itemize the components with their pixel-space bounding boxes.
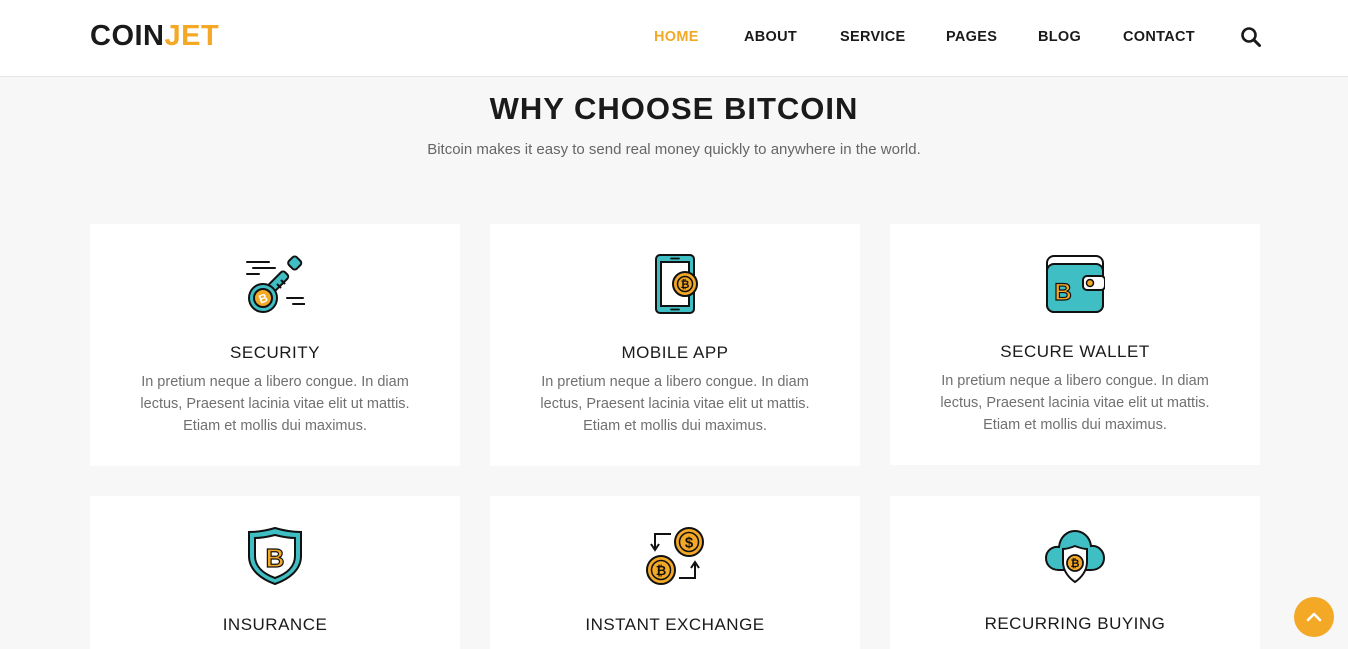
brand-logo[interactable]: COINJET bbox=[90, 19, 219, 53]
bitcoin-key-icon: B bbox=[246, 255, 305, 313]
site-header: COINJET HOME ABOUT SERVICE PAGES BLOG CO… bbox=[0, 0, 1348, 77]
feature-description: In pretium neque a libero congue. In dia… bbox=[940, 373, 1210, 433]
feature-title: INSTANT EXCHANGE bbox=[585, 615, 765, 634]
brand-logo-part2: JET bbox=[164, 20, 220, 52]
feature-card-mobile-app: ₿ MOBILE APP In pretium neque a libero c… bbox=[490, 224, 860, 466]
feature-card-insurance: B INSURANCE bbox=[90, 496, 460, 649]
svg-text:B: B bbox=[266, 543, 285, 573]
bitcoin-cloud-icon: ₿ bbox=[1045, 529, 1105, 584]
feature-title: SECURE WALLET bbox=[1000, 342, 1150, 361]
bitcoin-wallet-icon: B bbox=[1046, 255, 1105, 313]
svg-text:₿: ₿ bbox=[656, 563, 667, 578]
bitcoin-phone-icon: ₿ bbox=[655, 254, 698, 314]
feature-card-secure-wallet: B SECURE WALLET In pretium neque a liber… bbox=[890, 224, 1260, 465]
svg-text:₿: ₿ bbox=[1071, 558, 1080, 570]
search-icon[interactable] bbox=[1240, 26, 1262, 48]
section-title: WHY CHOOSE BITCOIN bbox=[489, 91, 859, 126]
feature-title: INSURANCE bbox=[222, 615, 328, 634]
feature-description: In pretium neque a libero congue. In dia… bbox=[140, 374, 410, 434]
section-subtitle: Bitcoin makes it easy to send real money… bbox=[427, 141, 921, 158]
scroll-to-top-button[interactable] bbox=[1294, 597, 1334, 637]
feature-card-recurring-buying: ₿ RECURRING BUYING bbox=[890, 496, 1260, 649]
feature-card-security: B SECURITY In pretium neque a libero con… bbox=[90, 224, 460, 466]
brand-logo-part1: COIN bbox=[90, 20, 165, 52]
nav-item-pages[interactable]: PAGES bbox=[946, 28, 997, 46]
nav-item-service[interactable]: SERVICE bbox=[840, 28, 906, 46]
nav-item-contact[interactable]: CONTACT bbox=[1123, 28, 1195, 46]
feature-title: SECURITY bbox=[230, 343, 320, 362]
feature-description: In pretium neque a libero congue. In dia… bbox=[540, 374, 810, 434]
currency-exchange-icon: $ ₿ bbox=[646, 527, 704, 585]
svg-text:$: $ bbox=[685, 535, 694, 552]
feature-card-instant-exchange: $ ₿ INSTANT EXCHANGE bbox=[490, 496, 860, 649]
nav-item-home[interactable]: HOME bbox=[654, 28, 699, 46]
nav-item-about[interactable]: ABOUT bbox=[744, 28, 797, 46]
svg-text:B: B bbox=[1054, 279, 1071, 306]
feature-title: MOBILE APP bbox=[621, 343, 729, 362]
feature-title: RECURRING BUYING bbox=[984, 614, 1166, 633]
chevron-up-icon bbox=[1306, 612, 1322, 622]
bitcoin-shield-icon: B bbox=[248, 526, 302, 586]
svg-text:₿: ₿ bbox=[681, 279, 690, 291]
nav-item-blog[interactable]: BLOG bbox=[1038, 28, 1081, 46]
